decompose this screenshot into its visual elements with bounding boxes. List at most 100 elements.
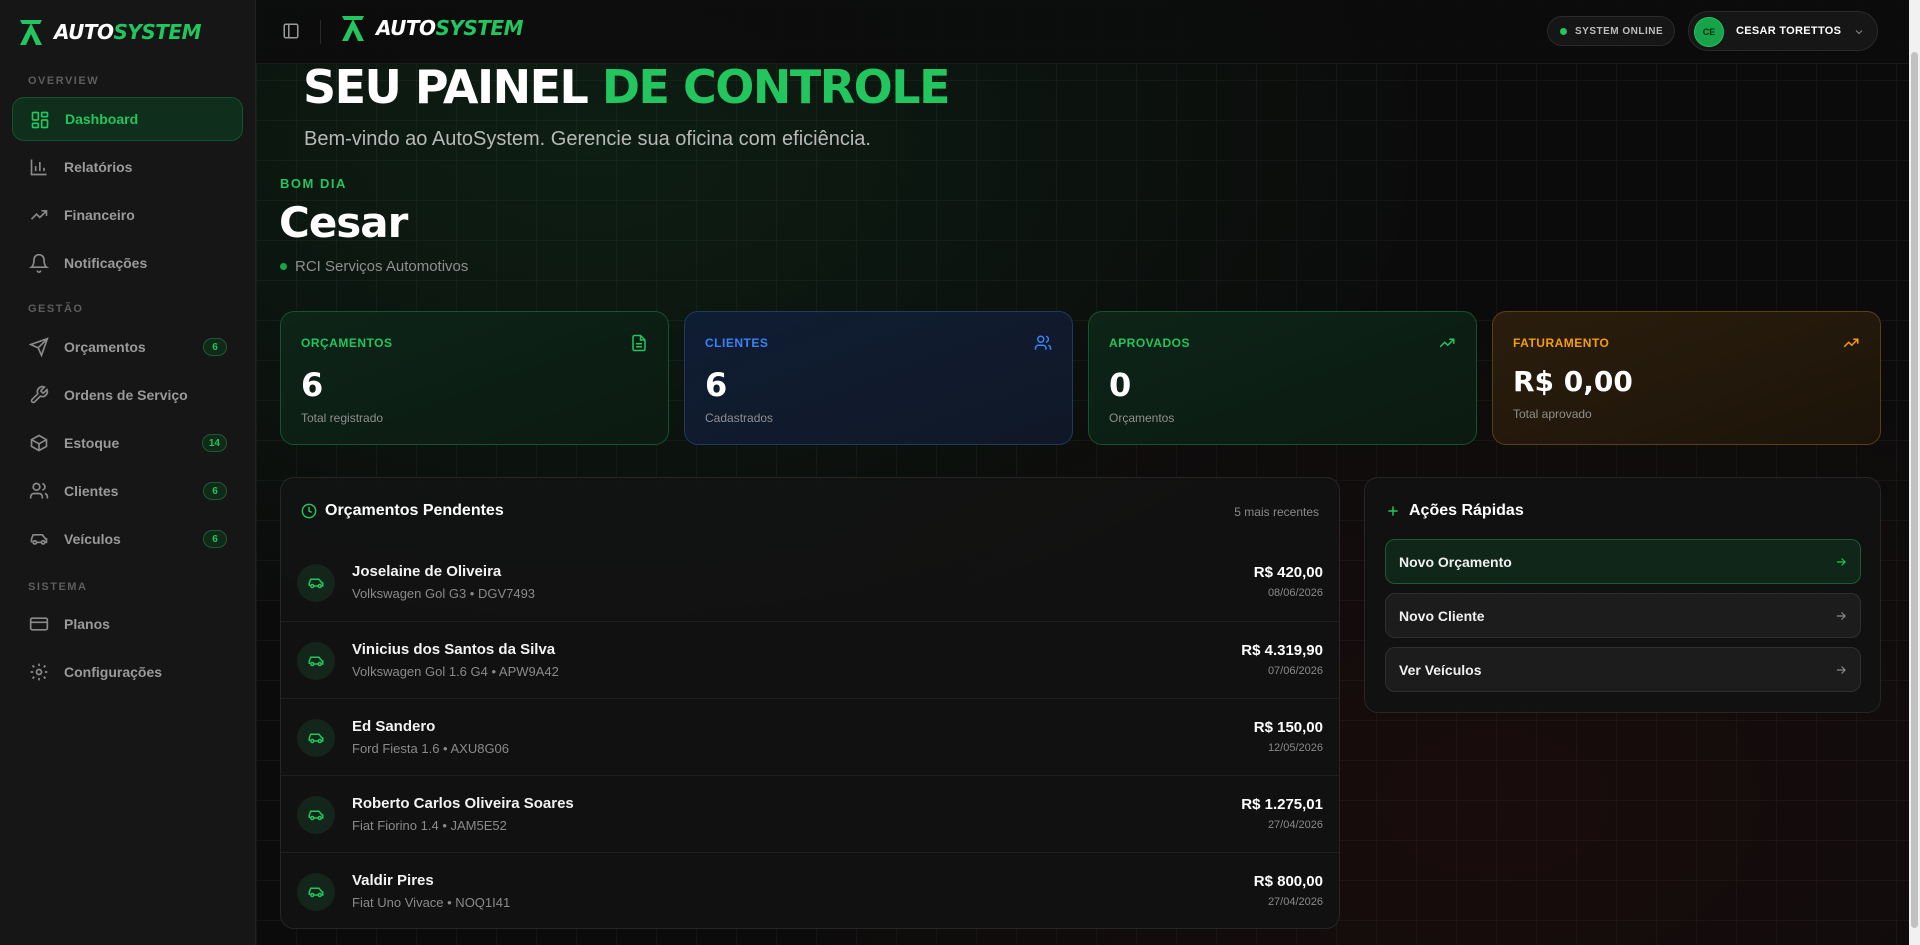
car-icon: [297, 564, 335, 602]
new-client-button[interactable]: Novo Cliente: [1385, 593, 1861, 638]
car-icon: [297, 719, 335, 757]
box-icon: [30, 434, 48, 452]
table-row[interactable]: Joselaine de Oliveira Volkswagen Gol G3 …: [281, 544, 1339, 621]
count-badge: 6: [203, 530, 227, 548]
sidebar-brand[interactable]: AUTOSYSTEM: [18, 14, 201, 50]
client-name: Joselaine de Oliveira: [352, 563, 502, 580]
count-badge: 6: [203, 338, 227, 356]
count-badge: 14: [201, 434, 227, 452]
stat-card-faturamento[interactable]: FATURAMENTO R$ 0,00 Total aprovado: [1492, 311, 1881, 445]
stat-card-orcamentos[interactable]: ORÇAMENTOS 6 Total registrado: [280, 311, 669, 445]
car-icon: [297, 642, 335, 680]
car-icon: [297, 873, 335, 911]
divider: [320, 20, 321, 44]
user-menu-button[interactable]: CE CESAR TORETTOS: [1688, 11, 1878, 51]
greeting-label: BOM DIA: [280, 176, 347, 191]
bar-chart-icon: [30, 159, 47, 176]
users-icon: [29, 482, 49, 499]
table-row[interactable]: Roberto Carlos Oliveira Soares Fiat Fior…: [281, 775, 1339, 852]
page-subtitle: Bem-vindo ao AutoSystem. Gerencie sua of…: [304, 128, 871, 150]
file-text-icon: [632, 334, 646, 352]
table-row[interactable]: Valdir Pires Fiat Uno Vivace • NOQ1I41 R…: [281, 852, 1339, 929]
arrow-right-icon: [1836, 666, 1846, 674]
stat-card-clientes[interactable]: CLIENTES 6 Cadastrados: [684, 311, 1073, 445]
panel-title: Orçamentos Pendentes: [301, 502, 504, 520]
sidebar: AUTOSYSTEM OVERVIEW Dashboard Relatórios…: [0, 0, 256, 945]
vehicle-info: Volkswagen Gol 1.6 G4 • APW9A42: [352, 664, 559, 679]
avatar: CE: [1694, 17, 1724, 47]
status-dot: [280, 263, 287, 270]
sidebar-item-label: Ordens de Serviço: [64, 387, 188, 403]
company-name: RCI Serviços Automotivos: [280, 258, 468, 275]
vehicle-info: Fiat Uno Vivace • NOQ1I41: [352, 895, 511, 910]
stat-label: APROVADOS: [1109, 336, 1190, 350]
sidebar-item-estoque[interactable]: Estoque 14: [12, 421, 243, 465]
chevron-down-icon: [1855, 30, 1863, 35]
client-name: Vinicius dos Santos da Silva: [352, 641, 556, 658]
sidebar-item-financeiro[interactable]: Financeiro: [12, 193, 243, 237]
stat-value: R$ 0,00: [1513, 365, 1633, 398]
table-row[interactable]: Ed Sandero Ford Fiesta 1.6 • AXU8G06 R$ …: [281, 698, 1339, 775]
sidebar-item-label: Relatórios: [64, 159, 133, 175]
sidebar-item-configuracoes[interactable]: Configurações: [12, 650, 243, 694]
user-name: CESAR TORETTOS: [1736, 25, 1842, 37]
table-row[interactable]: Vinicius dos Santos da Silva Volkswagen …: [281, 621, 1339, 698]
stat-card-aprovados[interactable]: APROVADOS 0 Orçamentos: [1088, 311, 1477, 445]
section-title-overview: OVERVIEW: [28, 75, 100, 87]
logo-icon: [20, 20, 42, 45]
stat-sub: Total registrado: [301, 411, 384, 425]
topbar-brand[interactable]: AUTOSYSTEM: [340, 14, 523, 42]
quote-amount: R$ 420,00: [1253, 564, 1323, 581]
brand-name: AUTOSYSTEM: [376, 16, 523, 40]
stat-label: FATURAMENTO: [1513, 336, 1610, 350]
client-name: Valdir Pires: [352, 872, 434, 889]
new-quote-button[interactable]: Novo Orçamento: [1385, 539, 1861, 584]
trending-up-icon: [1439, 338, 1455, 348]
sidebar-item-label: Notificações: [64, 255, 148, 271]
clock-icon: [301, 503, 317, 519]
stat-value: 6: [705, 366, 728, 404]
section-title-sistema: SISTEMA: [28, 581, 88, 593]
status-dot: [1560, 27, 1567, 35]
sidebar-item-label: Orçamentos: [64, 339, 146, 355]
client-name: Ed Sandero: [352, 718, 436, 735]
vehicle-info: Fiat Fiorino 1.4 • JAM5E52: [352, 818, 507, 833]
main-content: SEU PAINEL DE CONTROLE Bem-vindo ao Auto…: [256, 0, 1909, 945]
client-name: Roberto Carlos Oliveira Soares: [352, 795, 574, 812]
quote-amount: R$ 1.275,01: [1241, 796, 1323, 813]
panel-meta: 5 mais recentes: [1234, 505, 1319, 519]
panel-title: Ações Rápidas: [1385, 502, 1524, 520]
sidebar-item-label: Estoque: [64, 435, 120, 451]
bell-icon: [29, 253, 49, 273]
car-icon: [30, 534, 48, 545]
section-title-gestao: GESTÃO: [28, 303, 84, 315]
car-icon: [297, 796, 335, 834]
sidebar-item-veiculos[interactable]: Veículos 6: [12, 517, 243, 561]
stat-label: ORÇAMENTOS: [301, 336, 393, 350]
arrow-right-icon: [1836, 612, 1846, 620]
trending-up-icon: [1843, 338, 1859, 348]
stat-sub: Orçamentos: [1109, 411, 1175, 425]
gear-icon: [30, 663, 48, 681]
quote-date: 07/06/2026: [1267, 665, 1323, 677]
scrollbar-thumb[interactable]: [1911, 52, 1918, 928]
quote-date: 12/05/2026: [1267, 742, 1323, 754]
stat-value: 6: [301, 366, 324, 404]
top-bar: AUTOSYSTEM SYSTEM ONLINE CE CESAR TORETT…: [256, 0, 1909, 64]
quote-date: 08/06/2026: [1267, 587, 1323, 599]
sidebar-item-clientes[interactable]: Clientes 6: [12, 469, 243, 513]
sidebar-toggle-icon[interactable]: [282, 22, 300, 40]
sidebar-item-label: Clientes: [64, 483, 119, 499]
sidebar-item-notificacoes[interactable]: Notificações: [12, 241, 243, 285]
sidebar-item-orcamentos[interactable]: Orçamentos 6: [12, 325, 243, 369]
users-icon: [1034, 335, 1052, 350]
arrow-right-icon: [1836, 558, 1846, 566]
vehicle-info: Volkswagen Gol G3 • DGV7493: [352, 586, 536, 601]
sidebar-item-dashboard[interactable]: Dashboard: [12, 97, 243, 141]
logo-icon: [342, 16, 364, 41]
view-vehicles-button[interactable]: Ver Veículos: [1385, 647, 1861, 692]
wrench-icon: [30, 385, 49, 404]
sidebar-item-planos[interactable]: Planos: [12, 602, 243, 646]
sidebar-item-relatorios[interactable]: Relatórios: [12, 145, 243, 189]
sidebar-item-ordens-de-servico[interactable]: Ordens de Serviço: [12, 373, 243, 417]
